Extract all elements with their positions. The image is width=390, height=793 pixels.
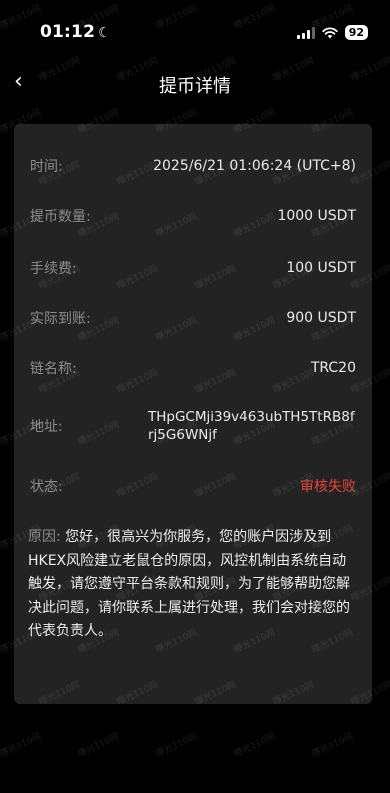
reason-block: 原因: 您好，很高兴为你服务，您的账户因涉及到HKEX风险建立老鼠仓的原因，风控… (28, 526, 358, 644)
watermark-text: 曝光110网 (310, 731, 355, 760)
status-row: 状态: 审核失败 (30, 476, 356, 496)
chain-label: 链名称: (30, 361, 77, 377)
chain-value: TRC20 (310, 360, 356, 376)
status-label: 状态: (30, 479, 63, 495)
fee-label: 手续费: (30, 261, 77, 277)
address-label: 地址: (30, 419, 63, 435)
watermark-text: 曝光110网 (154, 731, 199, 760)
status-badge: 审核失败 (300, 479, 356, 495)
fee-row: 手续费: 100 USDT (30, 258, 356, 278)
watermark-text: 曝光110网 (76, 731, 121, 760)
received-row: 实际到账: 900 USDT (30, 308, 356, 328)
time-label: 时间: (30, 159, 63, 175)
amount-value: 1000 USDT (277, 208, 356, 224)
status-bar: 01:12 ☾ 92 (0, 0, 390, 66)
watermark-text: 曝光110网 (232, 731, 277, 760)
reason-text: 您好，很高兴为你服务，您的账户因涉及到HKEX风险建立老鼠仓的原因，风控机制由系… (28, 529, 350, 639)
status-time: 01:12 ☾ (40, 22, 111, 42)
moon-icon: ☾ (98, 25, 111, 41)
clock-text: 01:12 (40, 22, 96, 42)
received-label: 实际到账: (30, 311, 91, 327)
battery-icon: 92 (344, 25, 368, 40)
received-value: 900 USDT (286, 310, 356, 326)
chain-row: 链名称: TRC20 (30, 358, 356, 378)
signal-icon (296, 26, 315, 39)
withdraw-details-card: 时间: 2025/6/21 01:06:24 (UTC+8) 提币数量: 100… (14, 124, 372, 704)
page-title: 提币详情 (159, 76, 231, 97)
time-row: 时间: 2025/6/21 01:06:24 (UTC+8) (30, 156, 356, 176)
address-value: THpGCMji39v463ubTH5TtRB8frj5G6WNjf (148, 409, 355, 443)
watermark-text: 曝光110网 (0, 731, 43, 760)
time-value: 2025/6/21 01:06:24 (UTC+8) (153, 158, 356, 174)
fee-value: 100 USDT (286, 260, 356, 276)
amount-row: 提币数量: 1000 USDT (30, 206, 356, 226)
nav-bar: ‹ 提币详情 (0, 66, 390, 102)
wifi-icon (321, 26, 338, 38)
status-icons: 92 (296, 25, 368, 40)
amount-label: 提币数量: (30, 209, 91, 225)
reason-label: 原因: (28, 529, 61, 545)
